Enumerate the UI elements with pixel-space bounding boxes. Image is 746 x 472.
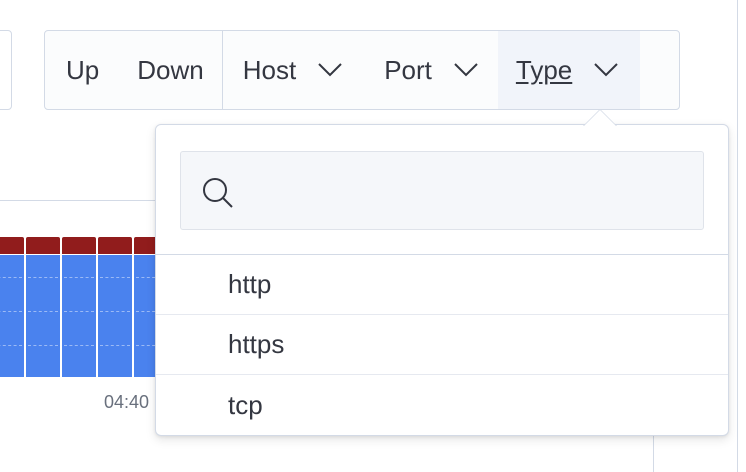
option-tcp[interactable]: tcp <box>156 375 728 435</box>
bar-up-segment <box>98 255 132 377</box>
left-panel-edge <box>0 30 12 110</box>
panel-border <box>653 430 654 472</box>
filter-host-label: Host <box>242 54 297 85</box>
bar-down-segment <box>26 237 60 254</box>
chevron-down-icon <box>454 63 478 77</box>
filter-up-button[interactable]: Up <box>45 31 119 109</box>
filter-port-button[interactable]: Port <box>362 31 498 109</box>
chevron-down-icon <box>318 63 342 77</box>
histogram-bar <box>98 237 132 379</box>
bar-down-segment <box>62 237 96 254</box>
x-axis-tick-label: 04:40 <box>104 392 150 412</box>
histogram-bar <box>62 237 96 379</box>
filter-group: Up Down Host Port Type <box>44 30 680 110</box>
bar-up-segment <box>62 255 96 377</box>
chevron-down-icon <box>594 63 618 77</box>
right-panel-border <box>737 0 738 472</box>
search-input[interactable] <box>241 152 701 229</box>
chart-top-border <box>0 200 170 201</box>
filter-type-label: Type <box>515 54 573 85</box>
bar-up-segment <box>26 255 60 377</box>
filter-down-label: Down <box>137 54 204 85</box>
histogram-bar <box>0 237 24 379</box>
search-box <box>180 151 704 230</box>
option-https[interactable]: https <box>156 315 728 375</box>
histogram-bar <box>26 237 60 379</box>
popover-search-section <box>156 125 728 255</box>
filter-up-label: Up <box>66 54 100 85</box>
filter-type-button[interactable]: Type <box>497 31 641 109</box>
type-filter-popover: http https tcp <box>155 109 729 436</box>
filter-down-button[interactable]: Down <box>119 31 221 109</box>
bar-down-segment <box>0 237 24 254</box>
option-http[interactable]: http <box>156 255 728 315</box>
filter-host-button[interactable]: Host <box>223 31 362 109</box>
bar-down-segment <box>98 237 132 254</box>
bar-up-segment <box>0 255 24 377</box>
filter-port-label: Port <box>384 54 432 85</box>
ping-histogram <box>0 237 168 379</box>
search-icon <box>201 176 237 217</box>
